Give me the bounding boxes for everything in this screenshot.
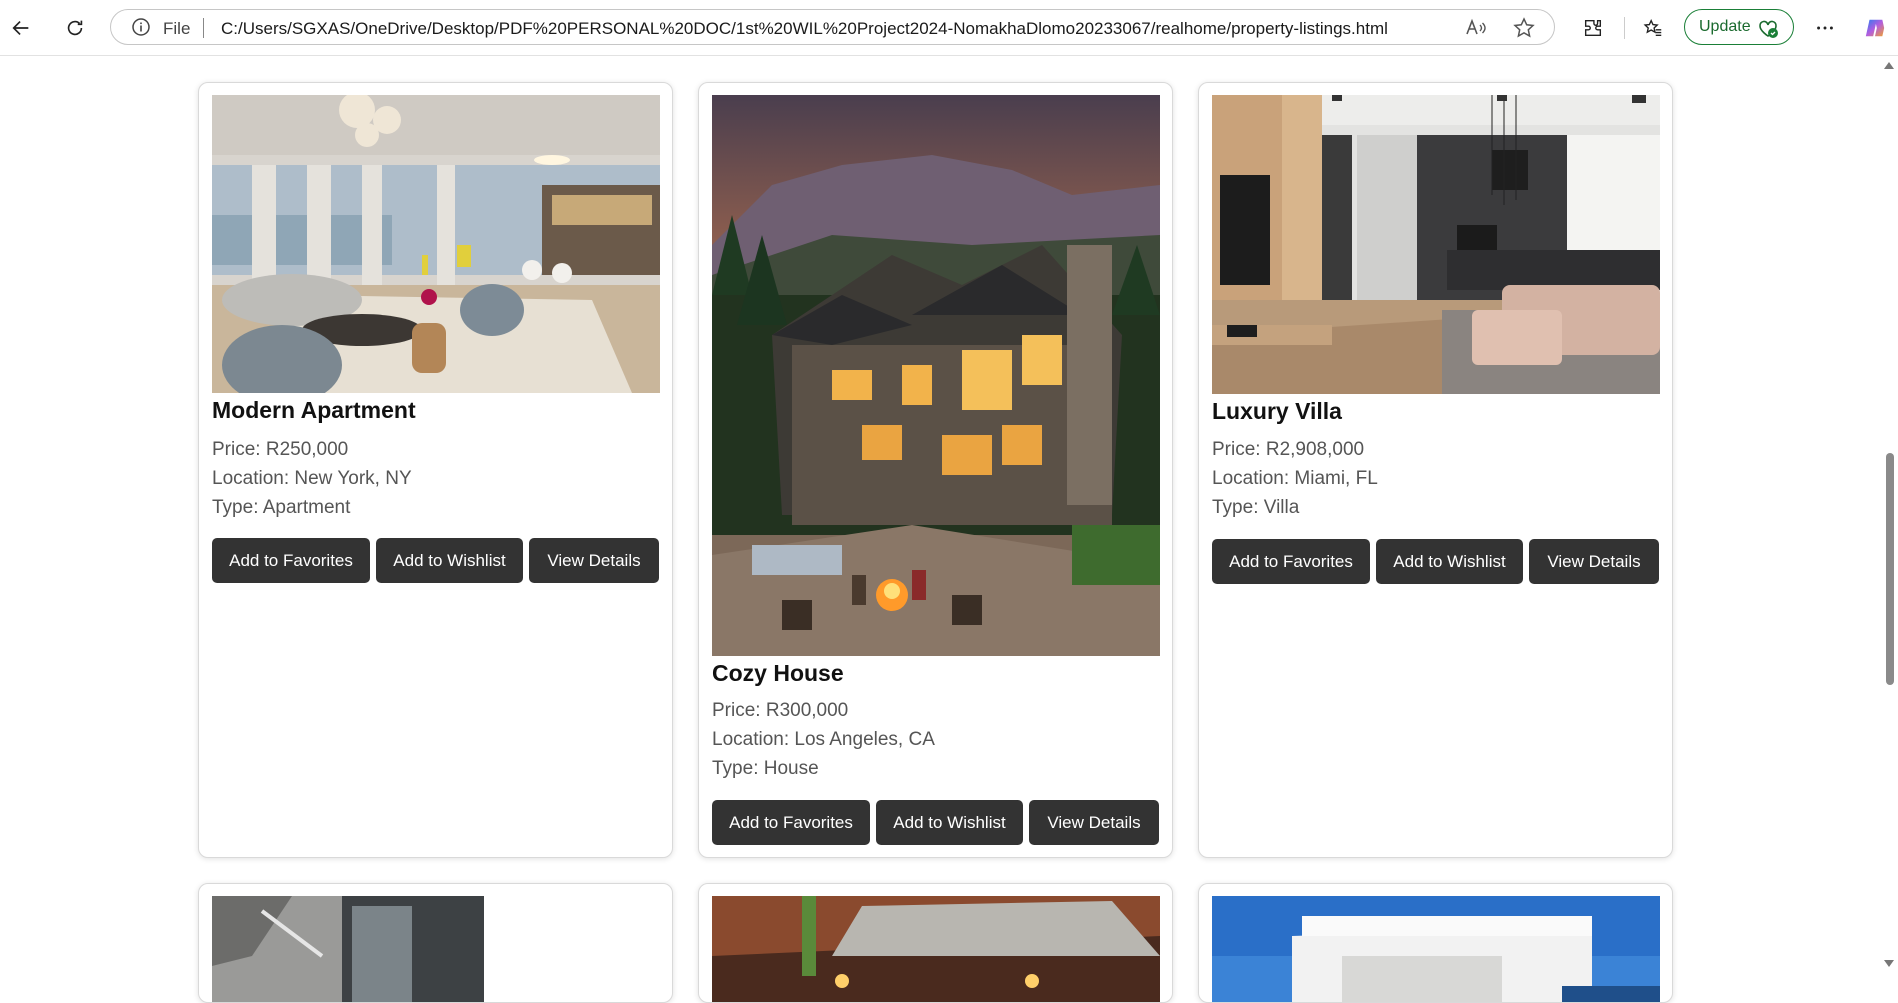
- property-photo[interactable]: [712, 896, 1160, 1002]
- property-photo[interactable]: [212, 95, 660, 393]
- add-to-wishlist-button[interactable]: Add to Wishlist: [376, 538, 523, 583]
- scroll-up-icon[interactable]: [1884, 62, 1894, 69]
- add-to-favorites-button[interactable]: Add to Favorites: [212, 538, 370, 583]
- view-details-button[interactable]: View Details: [529, 538, 659, 583]
- more-icon[interactable]: [1808, 11, 1842, 45]
- add-to-wishlist-button[interactable]: Add to Wishlist: [876, 800, 1023, 845]
- property-card: Cozy House Price: R300,000 Location: Los…: [698, 82, 1173, 858]
- property-type: Type: Villa: [1212, 497, 1300, 518]
- property-price: Price: R250,000: [212, 439, 349, 460]
- update-button[interactable]: Update: [1684, 9, 1794, 45]
- scrollbar-thumb[interactable]: [1886, 453, 1894, 685]
- property-card: Luxury Villa Price: R2,908,000 Location:…: [1198, 82, 1673, 858]
- address-divider: [203, 18, 204, 38]
- property-type: Type: House: [712, 758, 819, 779]
- toolbar-divider: [1624, 17, 1625, 39]
- property-photo[interactable]: [212, 896, 484, 1002]
- property-type: Type: Apartment: [212, 497, 351, 518]
- copilot-icon[interactable]: [1858, 11, 1892, 45]
- add-to-favorites-button[interactable]: Add to Favorites: [1212, 539, 1370, 584]
- favorites-icon[interactable]: [1636, 11, 1670, 45]
- property-location: Location: Los Angeles, CA: [712, 729, 935, 750]
- property-location: Location: Miami, FL: [1212, 468, 1378, 489]
- back-icon[interactable]: [4, 11, 38, 45]
- refresh-icon[interactable]: [58, 11, 92, 45]
- favorite-star-icon[interactable]: [1512, 16, 1536, 40]
- extensions-icon[interactable]: [1576, 11, 1610, 45]
- property-location: Location: New York, NY: [212, 468, 412, 489]
- view-details-button[interactable]: View Details: [1529, 539, 1659, 584]
- read-aloud-icon[interactable]: [1464, 16, 1488, 40]
- property-card: Modern Apartment Price: R250,000 Locatio…: [198, 82, 673, 858]
- property-card: [698, 883, 1173, 1003]
- vertical-scrollbar[interactable]: [1880, 56, 1898, 973]
- browser-toolbar: File C:/Users/SGXAS/OneDrive/Desktop/PDF…: [0, 0, 1898, 56]
- update-label: Update: [1699, 18, 1751, 35]
- property-photo[interactable]: [712, 95, 1160, 656]
- address-bar[interactable]: File C:/Users/SGXAS/OneDrive/Desktop/PDF…: [110, 9, 1555, 45]
- scroll-down-icon[interactable]: [1884, 960, 1894, 967]
- add-to-wishlist-button[interactable]: Add to Wishlist: [1376, 539, 1523, 584]
- property-card: [198, 883, 673, 1003]
- property-card: [1198, 883, 1673, 1003]
- property-title: Luxury Villa: [1212, 398, 1342, 424]
- property-price: Price: R2,908,000: [1212, 439, 1365, 460]
- file-label: File: [163, 19, 191, 38]
- info-icon[interactable]: [131, 17, 151, 37]
- property-title: Cozy House: [712, 660, 844, 686]
- property-title: Modern Apartment: [212, 397, 416, 423]
- property-price: Price: R300,000: [712, 700, 849, 721]
- heart-icon: [1759, 20, 1778, 38]
- property-photo[interactable]: [1212, 896, 1660, 1002]
- add-to-favorites-button[interactable]: Add to Favorites: [712, 800, 870, 845]
- view-details-button[interactable]: View Details: [1029, 800, 1159, 845]
- property-photo[interactable]: [1212, 95, 1660, 394]
- url-text[interactable]: C:/Users/SGXAS/OneDrive/Desktop/PDF%20PE…: [221, 19, 1388, 39]
